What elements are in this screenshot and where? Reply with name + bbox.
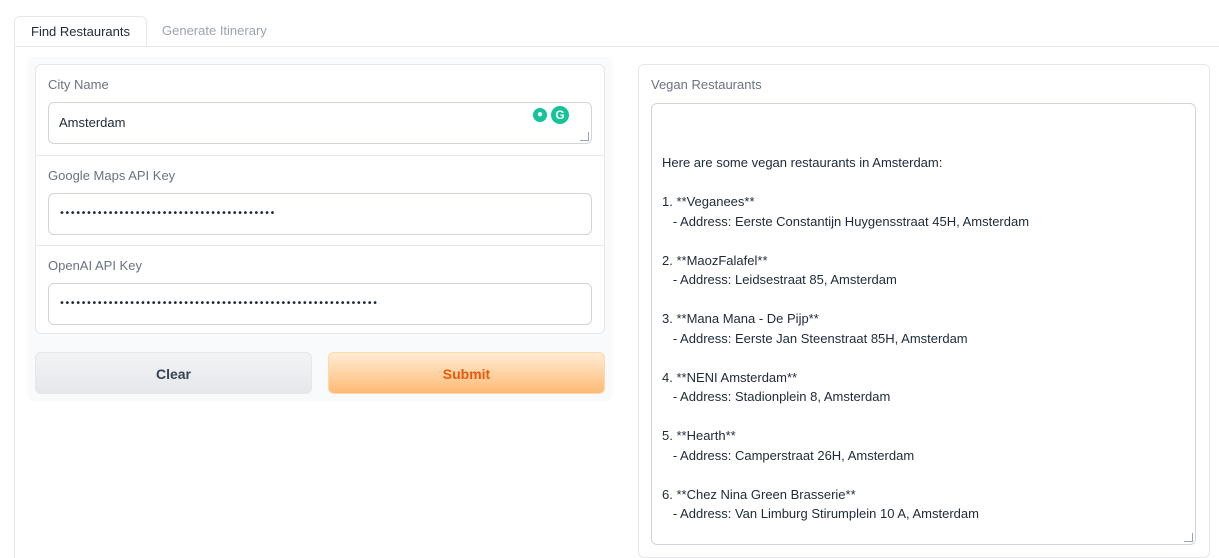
output-line: 7. **Pllek** bbox=[662, 543, 1185, 544]
output-label: Vegan Restaurants bbox=[651, 77, 762, 92]
openai-key-field: OpenAI API Key •••••••••••••••••••••••••… bbox=[36, 245, 604, 325]
city-field: City Name Amsterdam ● G bbox=[36, 65, 604, 144]
openai-key-label: OpenAI API Key bbox=[48, 258, 142, 273]
input-column: City Name Amsterdam ● G Google Maps API … bbox=[27, 57, 613, 401]
tab-find-restaurants[interactable]: Find Restaurants bbox=[14, 16, 147, 46]
openai-key-input[interactable]: ••••••••••••••••••••••••••••••••••••••••… bbox=[48, 283, 592, 325]
tab-bar: Find Restaurants Generate Itinerary bbox=[14, 16, 1219, 47]
resize-handle-icon[interactable] bbox=[580, 132, 589, 141]
output-line: 4. **NENI Amsterdam** bbox=[662, 369, 798, 385]
output-line: 1. **Veganees** bbox=[662, 194, 755, 209]
output-line: - Address: Camperstraat 26H, Amsterdam bbox=[662, 447, 915, 463]
output-line: - Address: Leidsestraat 85, Amsterdam bbox=[662, 272, 897, 287]
output-line: 6. **Chez Nina Green Brasserie** bbox=[662, 486, 856, 502]
city-label: City Name bbox=[48, 77, 109, 92]
clear-button[interactable]: Clear bbox=[35, 352, 312, 394]
google-key-label: Google Maps API Key bbox=[48, 168, 176, 183]
grammarly-widget[interactable]: ● G bbox=[533, 105, 577, 125]
submit-button[interactable]: Submit bbox=[328, 352, 605, 394]
output-line: - Address: Stadionplein 8, Amsterdam bbox=[662, 389, 891, 404]
output-line: Here are some vegan restaurants in Amste… bbox=[662, 155, 943, 170]
form-card: City Name Amsterdam ● G Google Maps API … bbox=[35, 64, 605, 334]
grammarly-icon[interactable]: G bbox=[551, 106, 569, 124]
output-textarea[interactable]: Here are some vegan restaurants in Amste… bbox=[651, 103, 1196, 545]
tab-generate-itinerary[interactable]: Generate Itinerary bbox=[146, 16, 283, 46]
output-line: - Address: Eerste Constantijn Huygensstr… bbox=[662, 213, 1030, 229]
output-panel: Vegan Restaurants Here are some vegan re… bbox=[638, 64, 1210, 558]
output-line: 2. **MaozFalafel** bbox=[662, 252, 768, 268]
tab-panel-border bbox=[14, 46, 15, 558]
city-input[interactable]: Amsterdam ● G bbox=[48, 102, 592, 144]
output-line: 3. **Mana Mana - De Pijp** bbox=[662, 311, 819, 326]
output-line: 5. **Hearth** bbox=[662, 428, 736, 443]
resize-handle-icon[interactable] bbox=[1184, 533, 1193, 542]
city-input-value: Amsterdam bbox=[59, 115, 126, 130]
google-key-input[interactable]: •••••••••••••••••••••••••••••••••••••••• bbox=[48, 193, 592, 235]
lightbulb-icon[interactable]: ● bbox=[533, 108, 547, 122]
output-line: - Address: Van Limburg Stirumplein 10 A,… bbox=[662, 506, 979, 521]
output-line: - Address: Eerste Jan Steenstraat 85H, A… bbox=[662, 330, 968, 346]
google-key-field: Google Maps API Key ••••••••••••••••••••… bbox=[36, 155, 604, 235]
